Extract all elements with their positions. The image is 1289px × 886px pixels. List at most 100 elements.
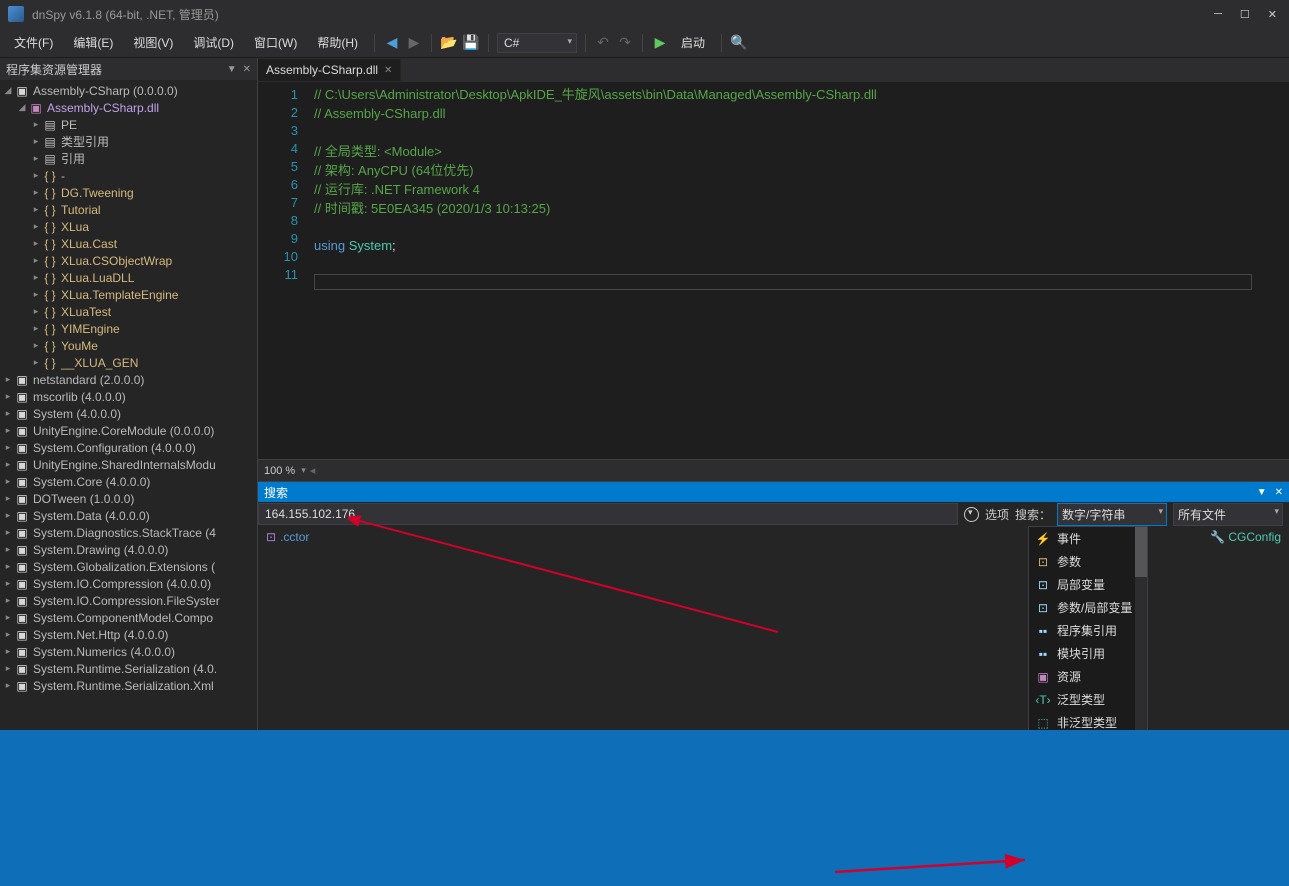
dropdown-item[interactable]: ▪▪模块引用 bbox=[1029, 642, 1147, 665]
tree-item[interactable]: ▸▤引用 bbox=[0, 150, 257, 167]
tree-item[interactable]: ▸▣System.Configuration (4.0.0.0) bbox=[0, 439, 257, 456]
menu-window[interactable]: 窗口(W) bbox=[246, 30, 305, 55]
search-results: ⊡ .cctor 🔧CGConfig bbox=[258, 526, 1289, 730]
open-icon[interactable]: 📂 bbox=[440, 34, 458, 52]
tree-item[interactable]: ▸▣System.Diagnostics.StackTrace (4 bbox=[0, 524, 257, 541]
search-filter-dropdown[interactable]: ⚡事件⊡参数⊡局部变量⊡参数/局部变量▪▪程序集引用▪▪模块引用▣资源‹T›泛型… bbox=[1028, 526, 1148, 730]
tree-item[interactable]: ▸▣System.Core (4.0.0.0) bbox=[0, 473, 257, 490]
method-icon: ⊡ bbox=[266, 530, 276, 544]
code-lines: // C:\Users\Administrator\Desktop\ApkIDE… bbox=[308, 82, 1289, 459]
panel-dropdown-icon[interactable]: ▼ bbox=[227, 64, 237, 75]
zoom-value[interactable]: 100 % bbox=[264, 465, 295, 477]
menu-edit[interactable]: 编辑(E) bbox=[65, 30, 121, 55]
tree-item[interactable]: ▸{ }__XLUA_GEN bbox=[0, 354, 257, 371]
tree-item[interactable]: ▸▤PE bbox=[0, 116, 257, 133]
options-label: 选项 bbox=[985, 506, 1009, 523]
close-button[interactable]: ✕ bbox=[1268, 8, 1277, 21]
save-icon[interactable]: 💾 bbox=[462, 34, 480, 52]
tree-item[interactable]: ▸▣System.Numerics (4.0.0.0) bbox=[0, 643, 257, 660]
search-panel: 搜索 ▼ ✕ 选项 搜索： 数字/字符串 所有文件 bbox=[258, 481, 1289, 730]
dropdown-item[interactable]: ⬚非泛型类型 bbox=[1029, 711, 1147, 730]
menu-view[interactable]: 视图(V) bbox=[125, 30, 181, 55]
maximize-button[interactable]: ☐ bbox=[1240, 8, 1250, 21]
search-scope-combo[interactable]: 所有文件 bbox=[1173, 503, 1283, 526]
dropdown-item[interactable]: ⚡事件 bbox=[1029, 527, 1147, 550]
undo-icon[interactable]: ↶ bbox=[594, 34, 612, 52]
search-icon[interactable]: 🔍 bbox=[730, 34, 748, 52]
class-icon: 🔧 bbox=[1210, 530, 1225, 544]
tree-item[interactable]: ◢▣Assembly-CSharp (0.0.0.0) bbox=[0, 82, 257, 99]
tree-item[interactable]: ▸▣UnityEngine.SharedInternalsModu bbox=[0, 456, 257, 473]
annotation-arrow-icon bbox=[830, 832, 1040, 882]
tree-item[interactable]: ▸{ }Tutorial bbox=[0, 201, 257, 218]
tree-item[interactable]: ▸▣System (4.0.0.0) bbox=[0, 405, 257, 422]
menu-debug[interactable]: 调试(D) bbox=[185, 30, 242, 55]
main-area: Assembly-CSharp.dll ✕ 1234567891011 // C… bbox=[258, 58, 1289, 730]
tree-item[interactable]: ▸▣System.Data (4.0.0.0) bbox=[0, 507, 257, 524]
editor-tabs: Assembly-CSharp.dll ✕ bbox=[258, 58, 1289, 82]
search-input[interactable] bbox=[258, 503, 958, 525]
search-dropdown-icon[interactable]: ▼ bbox=[1257, 487, 1267, 498]
nav-back-icon[interactable]: ◀ bbox=[383, 34, 401, 52]
tree-item[interactable]: ▸{ }DG.Tweening bbox=[0, 184, 257, 201]
language-combo[interactable]: C# bbox=[497, 33, 577, 53]
tree-item[interactable]: ▸{ }XLua.TemplateEngine bbox=[0, 286, 257, 303]
start-label[interactable]: 启动 bbox=[673, 30, 713, 55]
tree-item[interactable]: ▸{ }XLuaTest bbox=[0, 303, 257, 320]
tree-item[interactable]: ▸{ }YouMe bbox=[0, 337, 257, 354]
tree-item[interactable]: ▸{ }XLua.CSObjectWrap bbox=[0, 252, 257, 269]
line-gutter: 1234567891011 bbox=[258, 82, 308, 459]
tree-item[interactable]: ▸{ }- bbox=[0, 167, 257, 184]
tab-close-icon[interactable]: ✕ bbox=[384, 65, 392, 76]
tab-label: Assembly-CSharp.dll bbox=[266, 63, 378, 77]
tree-item[interactable]: ▸▣System.ComponentModel.Compo bbox=[0, 609, 257, 626]
tree-item[interactable]: ▸▣DOTween (1.0.0.0) bbox=[0, 490, 257, 507]
search-filter-combo[interactable]: 数字/字符串 bbox=[1057, 503, 1167, 526]
assembly-tree[interactable]: ◢▣Assembly-CSharp (0.0.0.0)◢▣Assembly-CS… bbox=[0, 80, 257, 730]
panel-title: 程序集资源管理器 bbox=[6, 61, 221, 78]
dropdown-item[interactable]: ‹T›泛型类型 bbox=[1029, 688, 1147, 711]
options-icon[interactable] bbox=[964, 507, 979, 522]
tree-item[interactable]: ▸▣System.Runtime.Serialization.Xml bbox=[0, 677, 257, 694]
redo-icon[interactable]: ↷ bbox=[616, 34, 634, 52]
dropdown-item[interactable]: ⊡局部变量 bbox=[1029, 573, 1147, 596]
minimize-button[interactable]: ─ bbox=[1214, 8, 1222, 21]
result-name: .cctor bbox=[280, 530, 309, 544]
dropdown-item[interactable]: ▣资源 bbox=[1029, 665, 1147, 688]
tree-item[interactable]: ▸▣System.Net.Http (4.0.0.0) bbox=[0, 626, 257, 643]
tree-item[interactable]: ▸▣UnityEngine.CoreModule (0.0.0.0) bbox=[0, 422, 257, 439]
start-icon[interactable]: ▶ bbox=[651, 34, 669, 52]
dropdown-item[interactable]: ⊡参数 bbox=[1029, 550, 1147, 573]
search-title: 搜索 bbox=[264, 484, 1249, 501]
code-editor[interactable]: 1234567891011 // C:\Users\Administrator\… bbox=[258, 82, 1289, 459]
tree-item[interactable]: ▸{ }YIMEngine bbox=[0, 320, 257, 337]
tree-item[interactable]: ▸▣System.Drawing (4.0.0.0) bbox=[0, 541, 257, 558]
search-close-icon[interactable]: ✕ bbox=[1275, 487, 1283, 498]
tree-item[interactable]: ◢▣Assembly-CSharp.dll bbox=[0, 99, 257, 116]
tree-item[interactable]: ▸{ }XLua bbox=[0, 218, 257, 235]
dropdown-item[interactable]: ▪▪程序集引用 bbox=[1029, 619, 1147, 642]
tree-item[interactable]: ▸{ }XLua.Cast bbox=[0, 235, 257, 252]
tree-item[interactable]: ▸▣System.Runtime.Serialization (4.0. bbox=[0, 660, 257, 677]
search-label: 搜索： bbox=[1015, 506, 1051, 523]
tree-item[interactable]: ▸▣mscorlib (4.0.0.0) bbox=[0, 388, 257, 405]
app-icon bbox=[8, 6, 24, 22]
titlebar: dnSpy v6.1.8 (64-bit, .NET, 管理员) ─ ☐ ✕ bbox=[0, 0, 1289, 28]
result-type[interactable]: 🔧CGConfig bbox=[1210, 530, 1281, 544]
tree-item[interactable]: ▸{ }XLua.LuaDLL bbox=[0, 269, 257, 286]
tree-item[interactable]: ▸▣System.Globalization.Extensions ( bbox=[0, 558, 257, 575]
dropdown-item[interactable]: ⊡参数/局部变量 bbox=[1029, 596, 1147, 619]
nav-forward-icon[interactable]: ▶ bbox=[405, 34, 423, 52]
zoom-bar: 100 % ▾ ◂ bbox=[258, 459, 1289, 481]
search-result-item[interactable]: ⊡ .cctor bbox=[266, 530, 1151, 544]
tree-item[interactable]: ▸▣netstandard (2.0.0.0) bbox=[0, 371, 257, 388]
tree-item[interactable]: ▸▣System.IO.Compression.FileSyster bbox=[0, 592, 257, 609]
tree-item[interactable]: ▸▤类型引用 bbox=[0, 133, 257, 150]
panel-close-icon[interactable]: ✕ bbox=[243, 64, 251, 75]
assembly-explorer-panel: 程序集资源管理器 ▼ ✕ ◢▣Assembly-CSharp (0.0.0.0)… bbox=[0, 58, 258, 730]
tab-assembly-csharp[interactable]: Assembly-CSharp.dll ✕ bbox=[258, 59, 401, 81]
menu-help[interactable]: 帮助(H) bbox=[309, 30, 366, 55]
zoom-dropdown-icon[interactable]: ▾ bbox=[301, 465, 306, 476]
menu-file[interactable]: 文件(F) bbox=[6, 30, 61, 55]
tree-item[interactable]: ▸▣System.IO.Compression (4.0.0.0) bbox=[0, 575, 257, 592]
